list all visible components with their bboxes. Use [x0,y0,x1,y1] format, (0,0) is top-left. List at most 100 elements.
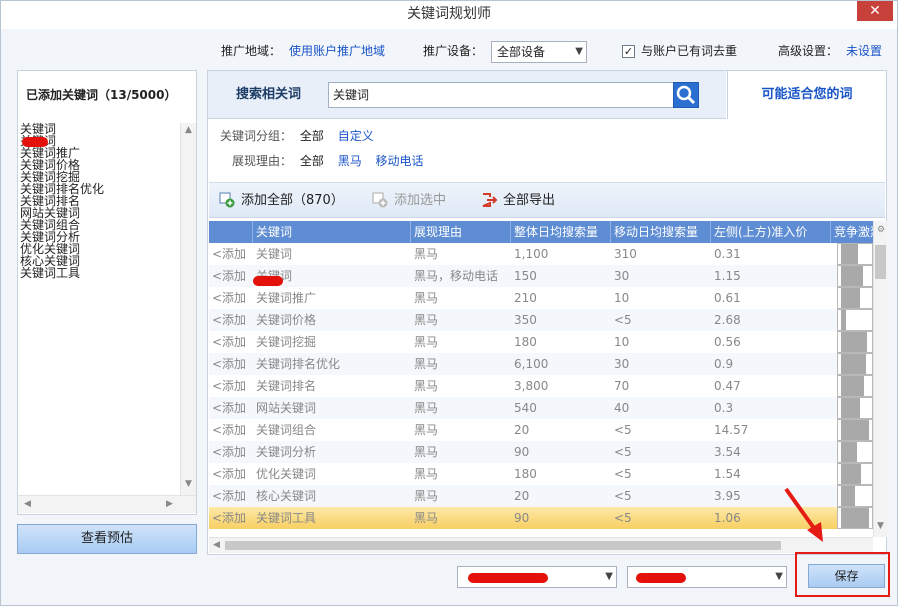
cell-action[interactable]: <添加 [209,507,253,529]
competition-bar [837,441,873,463]
table-row[interactable]: <添加 关键词排名 黑马 3,800 70 0.47 [209,375,873,397]
table-row[interactable]: <添加 关键词 黑马 1,100 310 0.31 [209,243,873,265]
cell-price: 1.54 [714,467,741,481]
scroll-left-icon[interactable]: ◀ [24,499,31,509]
table-row[interactable]: <添加 关键词挖掘 黑马 180 10 0.56 [209,331,873,353]
group-filter-custom[interactable]: 自定义 [338,129,374,143]
dedupe-checkbox[interactable]: ✓ [622,45,635,58]
table-row[interactable]: <添加 优化关键词 黑马 180 <5 1.54 [209,463,873,485]
cell-action[interactable]: <添加 [209,243,253,265]
cell-action[interactable]: <添加 [209,265,253,287]
column-header-competition[interactable]: 竞争激烈 [831,221,873,243]
redaction-mark [468,573,548,583]
cell-competition [831,331,873,353]
reason-filter-heima[interactable]: 黑马 [338,154,362,168]
cell-price: 0.3 [714,401,734,415]
add-all-button[interactable]: 添加全部（870） [219,183,344,219]
table-row[interactable]: <添加 关键词工具 黑马 90 <5 1.06 [209,507,873,529]
cell-total-search: 90 [514,445,530,459]
cell-keyword: 关键词价格 [256,313,317,327]
table-row[interactable]: <添加 关键词组合 黑马 20 <5 14.57 [209,419,873,441]
export-all-button[interactable]: 全部导出 [481,183,555,219]
table-row[interactable]: <添加 关键词分析 黑马 90 <5 3.54 [209,441,873,463]
cell-total-search: 210 [514,291,537,305]
table-row[interactable]: <添加 网站关键词 黑马 540 40 0.3 [209,397,873,419]
table-row[interactable]: <添加 关键词排名优化 黑马 6,100 30 0.9 [209,353,873,375]
footer-select-2[interactable]: ▼ [627,566,787,588]
horizontal-scroll-thumb[interactable] [225,541,781,550]
region-link[interactable]: 使用账户推广地域 [289,39,385,63]
preview-button[interactable]: 查看预估 [17,524,197,554]
add-selected-button[interactable]: 添加选中 [372,183,446,219]
annotation-arrow-icon [784,487,823,542]
advanced-link[interactable]: 未设置 [846,39,882,63]
cell-action[interactable]: <添加 [209,287,253,309]
table-vertical-scrollbar[interactable]: ⚙ ▼ [873,221,887,537]
table-row[interactable]: <添加 核心关键词 黑马 20 <5 3.95 [209,485,873,507]
competition-bar [837,353,873,375]
scroll-down-icon[interactable]: ▼ [877,521,884,531]
cell-action[interactable]: <添加 [209,309,253,331]
added-keywords-list[interactable]: 关键词 关键词 关键词推广 关键词价格 关键词挖掘 关键词排名优化 关键词排名 … [20,123,180,495]
cell-action[interactable]: <添加 [209,463,253,485]
cell-reason: 黑马 [414,467,439,481]
table-row[interactable]: <添加关键词黑马，移动电话150301.15 [209,265,873,287]
column-header-keyword[interactable]: 关键词 [253,221,411,243]
column-header-reason[interactable]: 展现理由 [411,221,511,243]
cell-mobile-search: <5 [614,511,632,525]
dedupe-label: 与账户已有词去重 [641,44,738,58]
cell-mobile-search: <5 [614,423,632,437]
group-filter-label: 关键词分组： [220,129,293,143]
add-selected-label: 添加选中 [394,193,447,208]
cell-keyword: 关键词工具 [256,511,317,525]
cell-price: 1.15 [714,269,741,283]
close-button[interactable]: ✕ [857,1,893,21]
cell-competition [831,353,873,375]
cell-action[interactable]: <添加 [209,485,253,507]
table-row[interactable]: <添加 关键词价格 黑马 350 <5 2.68 [209,309,873,331]
cell-action[interactable]: <添加 [209,419,253,441]
column-header-total-search[interactable]: 整体日均搜索量 [511,221,611,243]
left-horizontal-scrollbar[interactable]: ◀ ▶ [18,495,196,513]
search-button[interactable] [673,82,699,108]
scroll-left-icon[interactable]: ◀ [213,540,220,550]
reason-filter-label: 展现理由： [232,154,293,168]
cell-action[interactable]: <添加 [209,331,253,353]
search-input[interactable]: 关键词 [328,82,674,108]
cell-total-search: 180 [514,335,537,349]
cell-action[interactable]: <添加 [209,441,253,463]
cell-mobile-search: <5 [614,467,632,481]
left-vertical-scrollbar[interactable]: ▲ ▼ [180,123,196,495]
cell-reason: 黑马 [414,291,439,305]
scroll-down-icon[interactable]: ▼ [185,479,192,489]
reason-filter-all[interactable]: 全部 [300,154,324,168]
cell-reason: 黑马 [414,379,439,393]
list-item[interactable]: 关键词工具 [20,267,180,279]
cell-action[interactable]: <添加 [209,375,253,397]
cell-keyword: 关键词挖掘 [256,335,317,349]
cell-keyword: 关键词分析 [256,445,317,459]
reason-filter-mobile[interactable]: 移动电话 [376,154,424,168]
cell-action[interactable]: <添加 [209,397,253,419]
column-header-mobile-search[interactable]: 移动日均搜索量 [611,221,711,243]
scroll-right-icon[interactable]: ▶ [166,499,173,509]
scroll-up-icon[interactable]: ▲ [185,125,192,135]
competition-bar [837,375,873,397]
cell-price: 0.61 [714,291,741,305]
settings-gear-icon[interactable]: ⚙ [877,225,885,235]
column-header-price[interactable]: 左侧(上方)准入价 [711,221,831,243]
device-select[interactable]: 全部设备 ▼ [491,41,587,63]
table-horizontal-scrollbar[interactable]: ◀ [209,537,873,553]
advanced-label: 高级设置： [778,44,839,58]
tab-suggested-words[interactable]: 可能适合您的词 [727,71,886,119]
cell-action[interactable]: <添加 [209,353,253,375]
vertical-scroll-thumb[interactable] [875,245,886,279]
group-filter-all[interactable]: 全部 [300,129,324,143]
cell-competition [831,287,873,309]
table-row[interactable]: <添加 关键词推广 黑马 210 10 0.61 [209,287,873,309]
tab-search-related[interactable]: 搜索相关词 关键词 [208,71,726,119]
competition-bar [837,265,873,287]
cell-reason: 黑马 [414,489,439,503]
cell-mobile-search: 40 [614,401,630,415]
footer-select-1[interactable]: ▼ [457,566,617,588]
